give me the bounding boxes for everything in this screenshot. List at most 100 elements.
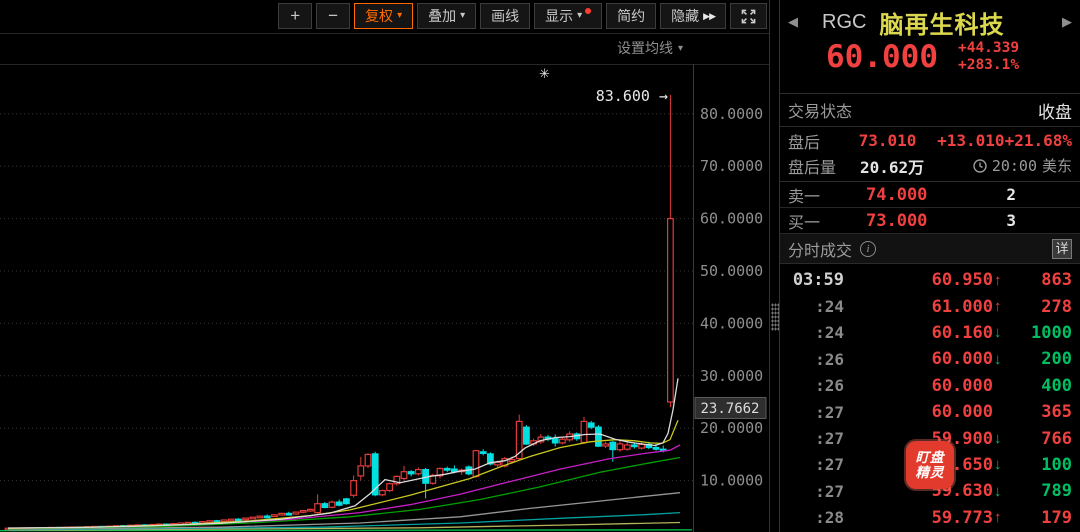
snowflake-icon: ✳	[539, 66, 550, 82]
arrow-up-icon: ↑	[994, 509, 1010, 526]
caret-down-icon: ▾	[577, 4, 582, 28]
trade-status-label: 交易状态	[788, 98, 852, 122]
time-sales-row[interactable]: :2859.773↑179	[780, 505, 1080, 531]
caret-down-icon: ▾	[397, 4, 402, 28]
ask-size: 2	[1006, 185, 1016, 204]
trade-time: :24	[788, 297, 844, 316]
last-price: 60.000	[826, 40, 938, 74]
trade-time: :26	[788, 350, 844, 369]
next-symbol-arrow-icon[interactable]: ▶	[1062, 14, 1072, 30]
adjust-label: 复权	[365, 4, 393, 28]
display-label: 显示	[545, 4, 573, 28]
trade-time: :24	[788, 323, 844, 342]
minus-icon: −	[328, 4, 338, 28]
trade-status-row: 交易状态 收盘	[780, 94, 1080, 127]
time-sales-header: 分时成交 i 详	[780, 234, 1080, 264]
arrow-down-icon: ↓	[994, 351, 1010, 368]
y-axis-tick: 50.0000	[700, 262, 763, 280]
bid-size: 3	[1006, 211, 1016, 230]
after-hours-change-percent: +21.68%	[1005, 131, 1072, 150]
after-hours-label: 盘后	[788, 129, 859, 153]
time-sales-row[interactable]: 03:5960.950↑863	[780, 267, 1080, 293]
hide-label: 隐藏	[671, 4, 699, 28]
panel-splitter[interactable]	[769, 0, 780, 532]
time-sales-list[interactable]: 03:5960.950↑863:2461.000↑278:2460.160↓10…	[780, 264, 1080, 532]
after-hours-time: 20:00	[992, 157, 1037, 175]
price-change-percent: +283.1%	[958, 57, 1019, 74]
drag-handle-icon[interactable]	[771, 303, 779, 331]
fullscreen-button[interactable]	[730, 3, 767, 29]
overlay-button[interactable]: 叠加 ▾	[417, 3, 476, 29]
arrow-down-icon: ↓	[994, 483, 1010, 500]
bid-row: 买一 73.000 3	[780, 208, 1080, 234]
trade-quantity: 766	[1010, 429, 1072, 449]
high-price-annotation: 83.600 →	[596, 87, 668, 105]
plus-icon: +	[290, 4, 300, 28]
time-sales-row[interactable]: :2460.160↓1000	[780, 320, 1080, 346]
trade-quantity: 400	[1010, 376, 1072, 396]
hide-button[interactable]: 隐藏 ▶▶	[660, 3, 726, 29]
quote-header: ◀ RGC 脑再生科技 ▶ 60.000 +44.339 +283.1%	[780, 0, 1080, 94]
symbol-ticker: RGC	[822, 11, 866, 34]
trade-quantity: 278	[1010, 297, 1072, 317]
trade-price: 59.773	[844, 508, 993, 528]
draw-line-button[interactable]: 画线	[480, 3, 530, 29]
zoom-in-button[interactable]: +	[278, 3, 312, 29]
time-sales-row[interactable]: :2461.000↑278	[780, 293, 1080, 319]
clock-icon	[973, 159, 987, 173]
y-axis-tick: 70.0000	[700, 157, 763, 175]
arrow-up-icon: ↑	[994, 298, 1010, 315]
after-hours-volume-label: 盘后量	[788, 154, 860, 178]
trade-time: :27	[788, 482, 844, 501]
red-dot-badge	[585, 8, 591, 14]
ma-settings-dropdown[interactable]: 设置均线 ▾	[617, 38, 683, 58]
chart-toolbar: + − 复权 ▾ 叠加 ▾ 画线 显示 ▾ 简约 隐藏	[0, 3, 767, 29]
time-sales-row[interactable]: :2660.000400	[780, 373, 1080, 399]
y-axis-tick: 20.0000	[700, 419, 763, 437]
caret-down-icon: ▾	[460, 4, 465, 28]
display-button[interactable]: 显示 ▾	[534, 3, 602, 29]
watermark-logo: 盯盘 精灵	[906, 441, 954, 489]
trade-status-value: 收盘	[1038, 98, 1072, 123]
watermark-text: 精灵	[916, 465, 945, 480]
prev-symbol-arrow-icon[interactable]: ◀	[788, 14, 798, 30]
chart-panel: 80.000070.000060.000050.000040.000030.00…	[0, 0, 769, 532]
fullscreen-icon	[741, 9, 756, 24]
svg-text:23.7662: 23.7662	[700, 401, 759, 417]
arrow-down-icon: ↓	[994, 430, 1010, 447]
y-axis-tick: 30.0000	[700, 367, 763, 385]
candlestick-chart[interactable]: 80.000070.000060.000050.000040.000030.00…	[0, 0, 769, 532]
detail-button[interactable]: 详	[1052, 239, 1072, 259]
ma-settings-label: 设置均线	[617, 38, 673, 58]
watermark-text: 盯盘	[916, 450, 945, 465]
trade-time: :28	[788, 508, 844, 527]
trade-price: 60.950	[844, 270, 993, 290]
adjust-mode-button[interactable]: 复权 ▾	[354, 3, 413, 29]
ma-magenta	[8, 445, 680, 529]
trade-quantity: 863	[1010, 270, 1072, 290]
arrow-down-icon: ↓	[994, 324, 1010, 341]
zoom-out-button[interactable]: −	[316, 3, 350, 29]
time-sales-row[interactable]: :2760.000365	[780, 399, 1080, 425]
trade-price: 60.000	[844, 349, 993, 369]
grid: 80.000070.000060.000050.000040.000030.00…	[0, 105, 763, 490]
ma-white	[8, 378, 678, 528]
ma-lines	[0, 378, 692, 530]
overlay-label: 叠加	[428, 4, 456, 28]
trade-time: 03:59	[788, 270, 844, 290]
y-axis-tick: 60.0000	[700, 210, 763, 228]
trade-quantity: 179	[1010, 508, 1072, 528]
fast-forward-icon: ▶▶	[703, 4, 715, 28]
trade-price: 60.000	[844, 376, 993, 396]
after-hours-volume: 20.62万	[860, 154, 924, 178]
trade-time: :27	[788, 429, 844, 448]
trade-quantity: 100	[1010, 455, 1072, 475]
trade-time: :27	[788, 455, 844, 474]
info-icon[interactable]: i	[860, 241, 876, 257]
simple-mode-button[interactable]: 简约	[606, 3, 656, 29]
y-axis-tick: 80.0000	[700, 105, 763, 123]
trade-price: 61.000	[844, 297, 993, 317]
simple-label: 简约	[617, 4, 645, 28]
time-sales-row[interactable]: :2660.000↓200	[780, 346, 1080, 372]
draw-line-label: 画线	[491, 4, 519, 28]
